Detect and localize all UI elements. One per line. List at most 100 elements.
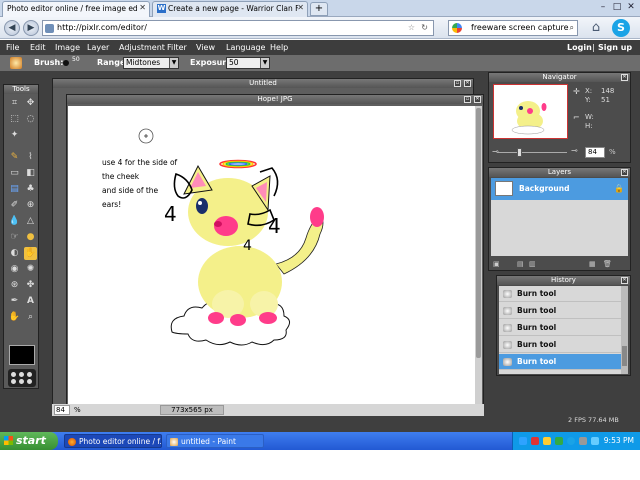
back-button[interactable]: ◀ [4,20,20,36]
start-button[interactable]: start [0,432,58,450]
burn-tool-active-icon[interactable]: ✋ [24,247,37,260]
task-paint[interactable]: untitled - Paint [166,434,264,448]
hand-tool-icon[interactable]: ✋ [8,311,21,324]
wand-tool-icon[interactable]: ✦ [8,129,21,142]
menu-layer[interactable]: Layer [87,43,109,52]
history-item[interactable]: Burn tool [499,303,623,319]
spot-heal-tool-icon[interactable]: ✺ [24,263,37,276]
close-tab-icon[interactable]: ✕ [139,3,146,12]
antivirus-icon[interactable] [531,437,539,445]
navigator-thumbnail[interactable] [493,84,568,139]
refresh-icon[interactable]: ↻ [421,21,428,35]
tray-app-icon[interactable] [543,437,551,445]
untitled-window-title[interactable]: Untitled ▫ ✕ [53,79,473,88]
dodge-tool-icon[interactable]: ◐ [8,247,21,260]
close-icon[interactable]: ✕ [474,96,481,103]
close-icon[interactable]: ✕ [621,277,628,284]
menu-image[interactable]: Image [55,43,80,52]
pinch-tool-icon[interactable]: ✤ [24,279,37,292]
eraser-tool-icon[interactable]: ▭ [8,167,21,180]
type-tool-icon[interactable]: A [24,295,37,308]
new-layer-icon[interactable]: ▦ [589,260,596,268]
bookmark-star-icon[interactable]: ☆ [408,21,415,35]
primary-color-swatch[interactable] [9,345,35,365]
search-box[interactable]: freeware screen capture ⌕ [448,20,578,36]
skype-tray-icon[interactable] [567,437,575,445]
tray-app-icon[interactable] [555,437,563,445]
close-icon[interactable]: ✕ [464,80,471,87]
home-icon[interactable]: ⌂ [587,19,605,37]
new-tab-button[interactable]: + [310,2,328,16]
redeye-tool-icon[interactable]: ◉ [8,263,21,276]
minimize-icon[interactable]: – [596,1,610,13]
menu-edit[interactable]: Edit [30,43,46,52]
crop-tool-icon[interactable]: ⌗ [8,97,21,110]
clone-tool-icon[interactable]: ⊕ [24,199,37,212]
bloat-tool-icon[interactable]: ⊛ [8,279,21,292]
tab-warrior-clan[interactable]: WCreate a new page - Warrior Clan Fanfic… [152,1,308,17]
exposure-select[interactable]: 50 ▼ [226,57,270,69]
blur-tool-icon[interactable]: 💧 [8,215,21,228]
forward-button[interactable]: ▶ [23,20,39,36]
pencil-tool-icon[interactable]: ✎ [8,151,21,164]
tray-app-icon[interactable] [591,437,599,445]
history-item[interactable]: Burn tool [499,286,623,302]
stamp-tool-icon[interactable]: ♣ [24,183,37,196]
tab-photo-editor[interactable]: Photo editor online / free image editing… [2,1,150,17]
network-icon[interactable] [519,437,527,445]
volume-icon[interactable] [579,437,587,445]
range-select[interactable]: Midtones ▼ [123,57,179,69]
delete-layer-icon[interactable]: 🗑 [603,260,612,268]
menu-adjustment[interactable]: Adjustment [119,43,165,52]
history-item[interactable]: Burn tool [499,320,623,336]
task-firefox[interactable]: Photo editor online / f... [64,434,162,448]
bucket-tool-icon[interactable]: ◧ [24,167,37,180]
close-tab-icon[interactable]: ✕ [297,3,304,12]
brush-tool-icon[interactable]: ⌇ [24,151,37,164]
minimize-icon[interactable]: ▫ [464,96,471,103]
marquee-tool-icon[interactable]: ⬚ [8,113,21,126]
minimize-icon[interactable]: ▫ [454,80,461,87]
menu-help[interactable]: Help [270,43,288,52]
zoom-tool-icon[interactable]: ⌕ [24,311,37,324]
search-icon[interactable]: ⌕ [570,21,574,35]
gradient-tool-icon[interactable]: ▤ [8,183,21,196]
lasso-tool-icon[interactable]: ◌ [24,113,37,126]
maximize-icon[interactable]: □ [610,1,624,13]
skype-icon[interactable]: S [612,19,630,37]
sponge-tool-icon[interactable]: ● [24,231,37,244]
signup-link[interactable]: Sign up [598,43,632,52]
layer-settings-icon[interactable]: ▣ [493,260,500,268]
history-item-active[interactable]: Burn tool [499,354,623,370]
history-scrollbar[interactable] [621,286,628,374]
login-link[interactable]: Login [567,43,592,52]
close-icon[interactable]: ✕ [621,74,628,81]
layer-mask-icon[interactable]: ▥ [529,260,536,268]
zoom-slider[interactable] [497,148,567,157]
history-item[interactable]: Burn tool [499,337,623,353]
brush-preview-icon[interactable] [63,60,69,66]
zoom-in-icon[interactable]: ⊸ [571,146,578,155]
sharpen-tool-icon[interactable]: △ [24,215,37,228]
drawing-tool-icon[interactable]: ✐ [8,199,21,212]
menu-file[interactable]: File [6,43,19,52]
zoom-field[interactable]: 84 [54,405,70,415]
document-window-title[interactable]: Hope! JPG ▫ ✕ [67,95,483,104]
vertical-scrollbar[interactable] [475,106,482,406]
menu-view[interactable]: View [196,43,215,52]
address-bar[interactable]: http://pixlr.com/editor/ ☆ ↻ [42,20,434,36]
close-icon[interactable]: ✕ [621,169,628,176]
history-title: History ✕ [497,276,630,285]
smudge-tool-icon[interactable]: ☞ [8,231,21,244]
close-window-icon[interactable]: ✕ [624,1,638,13]
layer-styles-icon[interactable]: ▤ [517,260,524,268]
panel-options-icon[interactable] [8,369,36,387]
image-canvas[interactable]: use 4 for the side of the cheek and side… [68,106,476,406]
chevron-down-icon: ▼ [169,58,178,68]
menu-language[interactable]: Language [226,43,265,52]
layer-item-background[interactable]: Background 🔒 [491,178,628,200]
menu-filter[interactable]: Filter [167,43,187,52]
move-tool-icon[interactable]: ✥ [24,97,37,110]
color-picker-tool-icon[interactable]: ✒ [8,295,21,308]
navigator-zoom-field[interactable]: 84 [585,147,605,158]
